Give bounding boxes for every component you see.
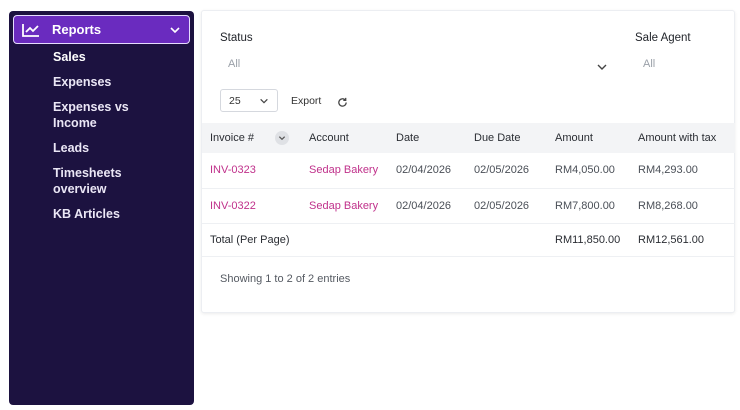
entries-info: Showing 1 to 2 of 2 entries: [220, 273, 351, 285]
table-row: INV-0323 Sedap Bakery 02/04/2026 02/05/2…: [202, 153, 735, 189]
sidebar-item-leads[interactable]: Leads: [53, 140, 193, 156]
chevron-down-icon: [169, 24, 181, 36]
column-header-amount[interactable]: Amount: [547, 123, 630, 153]
sale-agent-filter-select[interactable]: All: [643, 58, 655, 70]
export-button[interactable]: Export: [291, 95, 321, 107]
sidebar-item-timesheets-overview[interactable]: Timesheets overview: [53, 165, 133, 197]
table-row: INV-0322 Sedap Bakery 02/04/2026 02/05/2…: [202, 188, 735, 224]
sidebar-item-expenses-vs-income[interactable]: Expenses vs Income: [53, 99, 133, 131]
status-filter-select[interactable]: All: [228, 58, 240, 70]
total-label: Total (Per Page): [202, 223, 547, 257]
sort-toggle-button[interactable]: [275, 131, 290, 145]
sidebar-item-reports[interactable]: Reports: [13, 15, 190, 44]
sidebar-header-label: Reports: [52, 22, 102, 37]
column-header-label: Invoice #: [210, 131, 255, 144]
total-amount-with-tax: RM12,561.00: [630, 223, 735, 257]
amount-with-tax-cell: RM8,268.00: [630, 188, 735, 224]
invoices-table: Invoice # Account Date Due Date Amount A…: [202, 123, 735, 257]
column-header-account[interactable]: Account: [301, 123, 388, 153]
account-link[interactable]: Sedap Bakery: [301, 153, 388, 189]
total-row: Total (Per Page) RM11,850.00 RM12,561.00: [202, 223, 735, 257]
sidebar-item-expenses[interactable]: Expenses: [53, 74, 193, 90]
due-date-cell: 02/05/2026: [466, 153, 547, 189]
amount-cell: RM7,800.00: [547, 188, 630, 224]
refresh-icon[interactable]: [337, 95, 348, 107]
amount-cell: RM4,050.00: [547, 153, 630, 189]
per-page-select[interactable]: 25: [220, 89, 278, 112]
column-header-amount-with-tax[interactable]: Amount with tax: [630, 123, 735, 153]
total-amount: RM11,850.00: [547, 223, 630, 257]
table-header-row: Invoice # Account Date Due Date Amount A…: [202, 123, 735, 153]
sidebar: Reports Sales Expenses Expenses vs Incom…: [9, 11, 194, 405]
column-header-invoice[interactable]: Invoice #: [202, 123, 301, 153]
status-filter-label: Status: [220, 32, 253, 44]
account-link[interactable]: Sedap Bakery: [301, 188, 388, 224]
sidebar-item-sales[interactable]: Sales: [53, 49, 193, 65]
sidebar-submenu: Sales Expenses Expenses vs Income Leads …: [53, 49, 193, 231]
amount-with-tax-cell: RM4,293.00: [630, 153, 735, 189]
column-header-due-date[interactable]: Due Date: [466, 123, 547, 153]
chevron-down-icon[interactable]: [596, 60, 608, 72]
invoice-link[interactable]: INV-0322: [202, 188, 301, 224]
date-cell: 02/04/2026: [388, 153, 466, 189]
per-page-value: 25: [229, 94, 241, 107]
column-header-date[interactable]: Date: [388, 123, 466, 153]
due-date-cell: 02/05/2026: [466, 188, 547, 224]
sidebar-item-kb-articles[interactable]: KB Articles: [53, 206, 193, 222]
sales-report-panel: Status All Sale Agent All 25 Export Invo…: [201, 10, 735, 313]
date-cell: 02/04/2026: [388, 188, 466, 224]
line-chart-icon: [22, 23, 40, 37]
sale-agent-filter-label: Sale Agent: [635, 32, 691, 44]
chevron-down-icon: [279, 136, 286, 141]
invoice-link[interactable]: INV-0323: [202, 153, 301, 189]
chevron-down-icon: [260, 98, 268, 104]
